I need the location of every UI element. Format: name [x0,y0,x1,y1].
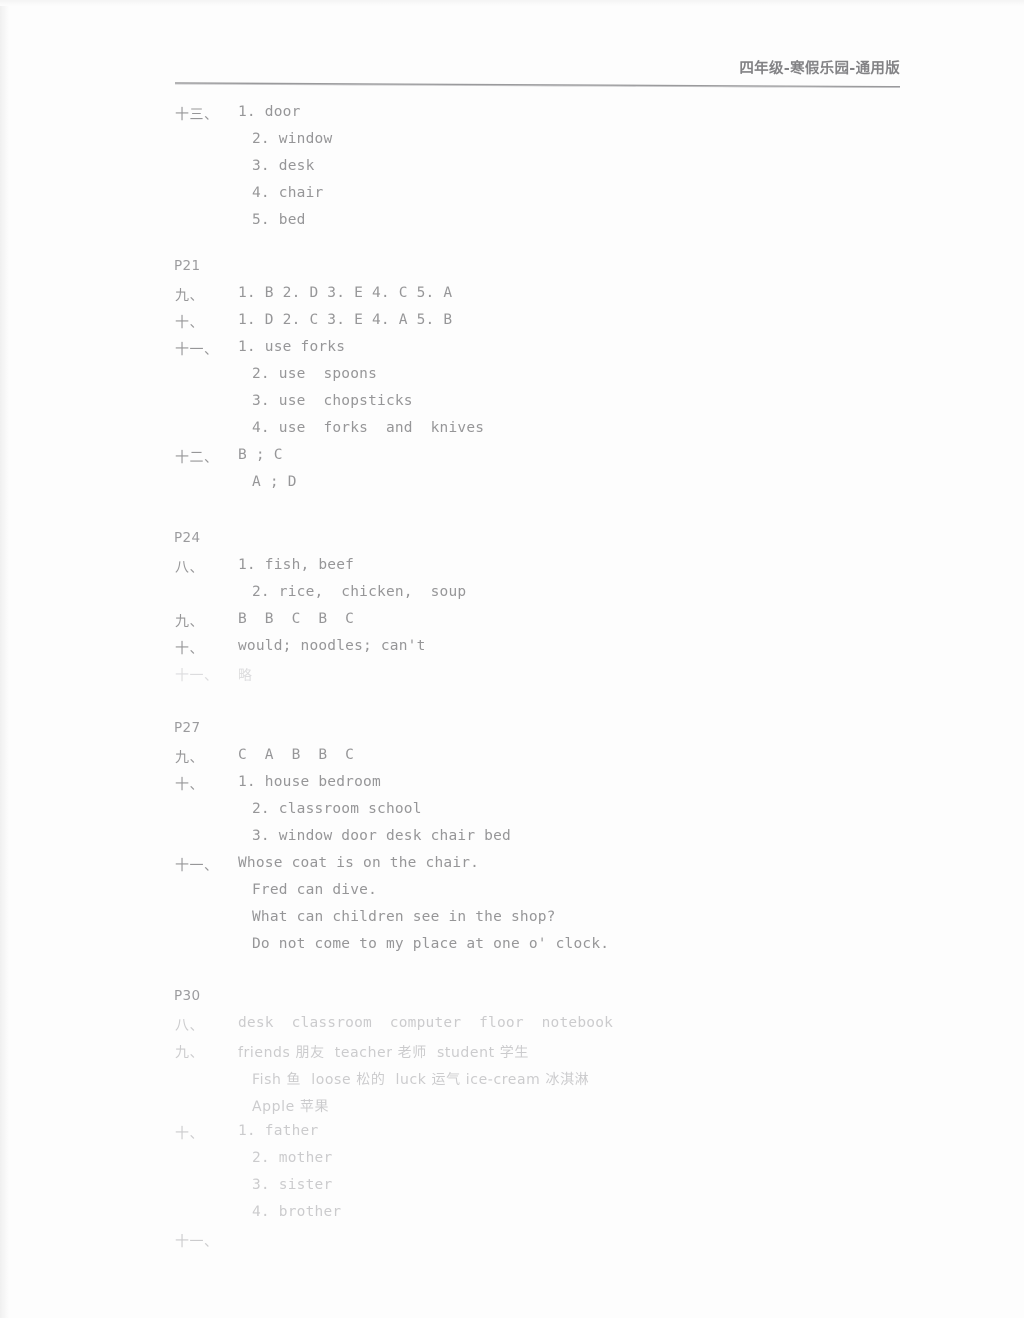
answer-text: C A B B C [238,747,355,763]
answer-text: 1. use forks [238,339,346,355]
answer-text: B B C B C [238,611,355,627]
answer-text: 4. chair [252,185,324,201]
answer-text: Whose coat is on the chair. [238,855,480,871]
answer-text: 略 [238,668,253,684]
question-marker: 十一、 [175,858,219,874]
answer-text: 2. mother [252,1150,333,1166]
question-marker: 十、 [175,641,204,657]
answer-text: would; noodles; can't [238,638,426,654]
question-marker: 十、 [175,315,204,331]
page-label: P27 [174,720,201,736]
scanned-answer-key-page: 四年级-寒假乐园-通用版 十三、 1. door 2. window 3. desk 4… [0,0,1024,1318]
answer-text: 2. window [252,131,333,147]
answer-text: Fred can dive. [252,882,378,898]
question-marker: 十一、 [175,668,219,684]
question-marker: 十三、 [175,107,219,123]
answer-text: 2. rice, chicken, soup [252,584,467,600]
answer-text: 3. use chopsticks [252,393,413,409]
question-marker: 十一、 [175,1234,219,1250]
answer-text: 1. house bedroom [238,774,381,790]
answer-text: desk classroom computer floor notebook [238,1015,614,1031]
page-label: P30 [174,988,201,1004]
answer-text: Apple 苹果 [252,1099,330,1115]
page-label: P24 [174,530,201,546]
question-marker: 八、 [175,1018,204,1034]
page-header-title: 四年级-寒假乐园-通用版 [739,61,900,77]
question-marker: 九、 [175,288,204,304]
answer-text: 2. use spoons [252,366,378,382]
answer-text: 3. window door desk chair bed [252,828,511,844]
question-marker: 十一、 [175,342,219,358]
page-label: P21 [174,258,201,274]
answer-text: 1. father [238,1123,319,1139]
answer-text: 4. use forks and knives [252,420,485,436]
answer-text: 3. desk [252,158,315,174]
answer-text: friends 朋友 teacher 老师 student 学生 [238,1045,529,1061]
question-marker: 九、 [175,614,204,630]
answer-text: 1. fish, beef [238,557,355,573]
answer-text: 2. classroom school [252,801,422,817]
answer-text: 1. door [238,104,301,120]
answer-text: What can children see in the shop? [252,909,556,925]
scan-edge-left [0,0,9,1318]
answer-text: 3. sister [252,1177,333,1193]
answer-text: 1. B 2. D 3. E 4. C 5. A [238,285,453,301]
question-marker: 十二、 [175,450,219,466]
answer-text: A ; D [252,474,297,490]
answer-text: Fish 鱼 loose 松的 luck 运气 ice-cream 冰淇淋 [252,1072,590,1088]
answer-text: 4. brother [252,1204,342,1220]
scan-edge-top [0,0,1024,6]
question-marker: 八、 [175,560,204,576]
answer-text: 1. D 2. C 3. E 4. A 5. B [238,312,453,328]
answer-text: Do not come to my place at one o' clock. [252,936,610,952]
question-marker: 十、 [175,777,204,793]
question-marker: 十、 [175,1126,204,1142]
answer-text: B ; C [238,447,283,463]
question-marker: 九、 [175,750,204,766]
header-divider-rule [175,82,900,88]
question-marker: 九、 [175,1045,204,1061]
answer-text: 5. bed [252,212,306,228]
